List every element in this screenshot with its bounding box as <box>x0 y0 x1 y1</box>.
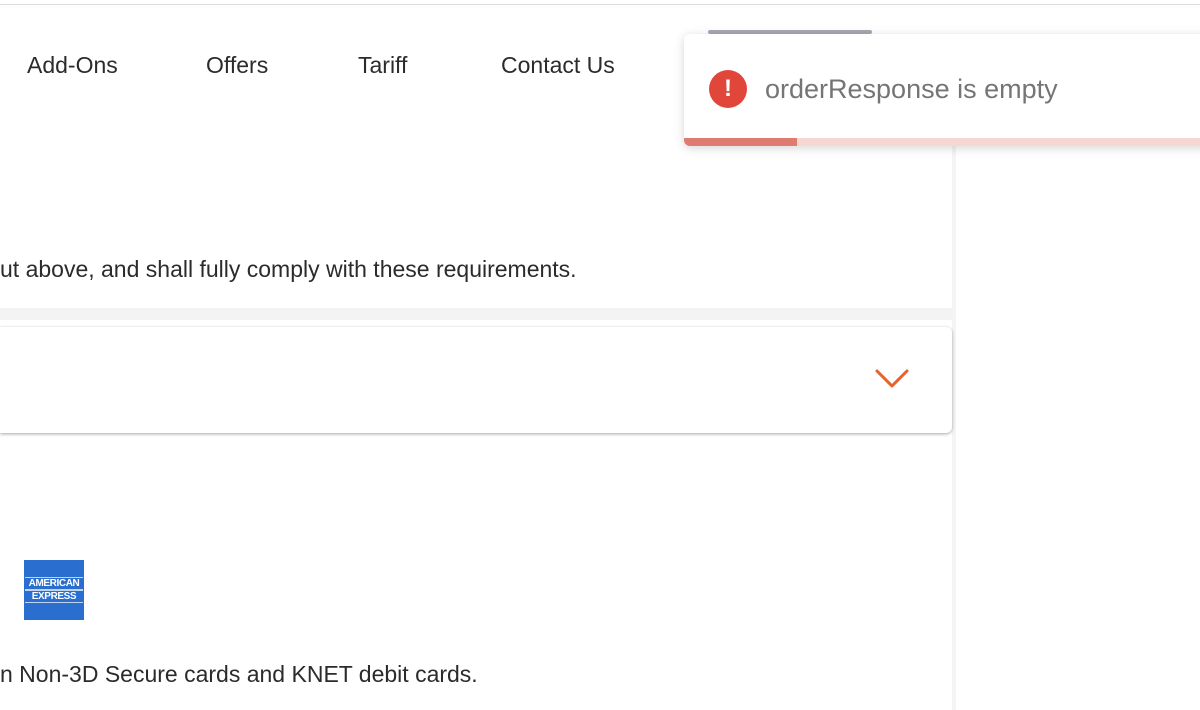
toast-progress-fill <box>684 138 798 146</box>
nav-item-add-ons[interactable]: Add-Ons <box>27 52 118 79</box>
error-toast[interactable]: ! orderResponse is empty <box>684 34 1200 146</box>
section-separator <box>0 308 952 320</box>
nav-item-offers[interactable]: Offers <box>206 52 268 79</box>
nav-item-contact-us[interactable]: Contact Us <box>501 52 615 79</box>
chevron-down-icon[interactable] <box>874 367 910 391</box>
payment-method-accordion[interactable] <box>0 327 952 433</box>
nav-item-tariff[interactable]: Tariff <box>358 52 407 79</box>
american-express-logo: AMERICAN EXPRESS <box>24 560 84 620</box>
amex-logo-line1: AMERICAN <box>25 577 83 590</box>
amex-logo-line2: EXPRESS <box>25 590 83 603</box>
right-panel-divider <box>952 128 956 710</box>
supported-cards-text: n Non-3D Secure cards and KNET debit car… <box>0 661 478 687</box>
toast-progress-track <box>684 138 1200 146</box>
terms-compliance-text: ut above, and shall fully comply with th… <box>0 256 577 282</box>
page: Add-Ons Offers Tariff Contact Us ut abov… <box>0 0 1200 710</box>
toast-message: orderResponse is empty <box>765 74 1058 104</box>
top-divider <box>0 4 1200 5</box>
error-icon: ! <box>709 70 747 108</box>
